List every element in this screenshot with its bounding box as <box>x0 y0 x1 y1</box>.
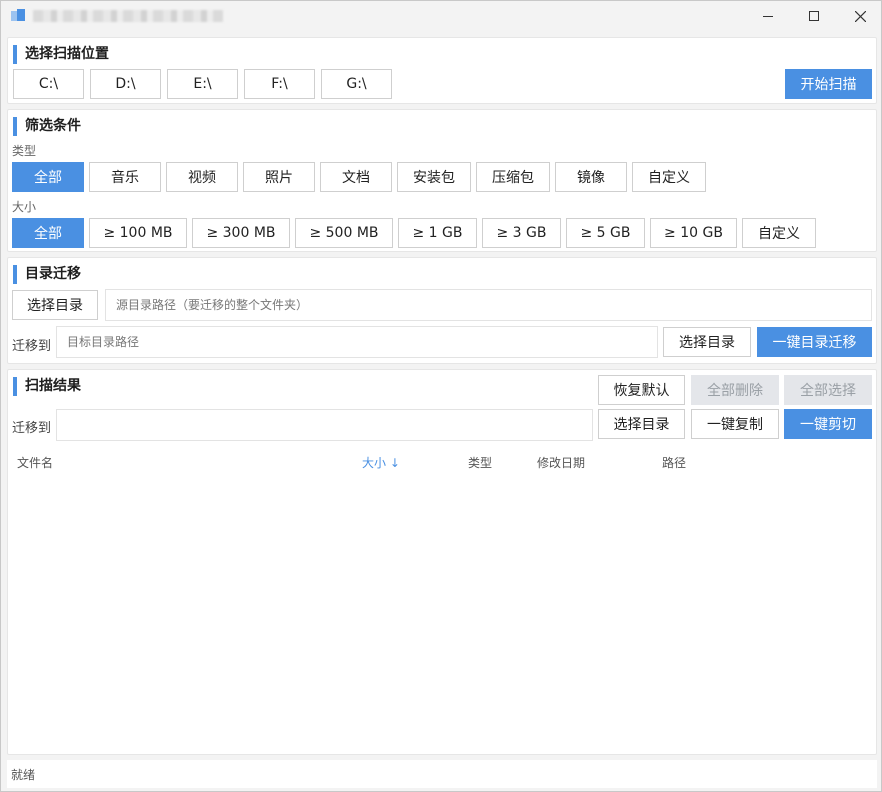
column-header-filename[interactable]: 文件名 <box>17 454 53 471</box>
minimize-button[interactable] <box>745 1 791 31</box>
select-source-dir-button[interactable]: 选择目录 <box>12 290 98 320</box>
scan-results-panel: 扫描结果 恢复默认 全部删除 全部选择 迁移到 选择目录 一键复制 一键剪切 文… <box>7 369 877 755</box>
size-filter-300mb[interactable]: ≥ 300 MB <box>192 218 290 248</box>
maximize-button[interactable] <box>791 1 837 31</box>
type-filter-custom[interactable]: 自定义 <box>632 162 706 192</box>
window-title-blurred <box>33 10 223 22</box>
type-filter-music[interactable]: 音乐 <box>89 162 161 192</box>
results-target-input[interactable] <box>56 409 593 441</box>
type-label: 类型 <box>12 144 37 158</box>
size-filter-3gb[interactable]: ≥ 3 GB <box>482 218 561 248</box>
status-bar: 就绪 <box>7 760 877 788</box>
scan-location-panel: 选择扫描位置 C:\ D:\ E:\ F:\ G:\ 开始扫描 <box>7 37 877 104</box>
target-dir-input[interactable] <box>56 326 658 358</box>
size-filter-custom[interactable]: 自定义 <box>742 218 816 248</box>
results-title: 扫描结果 <box>13 377 81 396</box>
column-header-type[interactable]: 类型 <box>468 454 492 471</box>
drive-button-f[interactable]: F:\ <box>244 69 315 99</box>
maximize-icon <box>809 11 819 21</box>
type-filter-installer[interactable]: 安装包 <box>397 162 471 192</box>
type-filter-archive[interactable]: 压缩包 <box>476 162 550 192</box>
type-filter-video[interactable]: 视频 <box>166 162 238 192</box>
drive-button-g[interactable]: G:\ <box>321 69 392 99</box>
one-click-copy-button[interactable]: 一键复制 <box>691 409 779 439</box>
minimize-icon <box>763 15 773 17</box>
results-list[interactable] <box>12 474 872 750</box>
one-click-cut-button[interactable]: 一键剪切 <box>784 409 872 439</box>
migrate-to-label: 迁移到 <box>12 339 52 354</box>
close-icon <box>854 10 866 22</box>
column-header-path[interactable]: 路径 <box>662 454 686 471</box>
size-filter-10gb[interactable]: ≥ 10 GB <box>650 218 737 248</box>
status-text: 就绪 <box>11 768 36 782</box>
source-dir-input[interactable] <box>105 289 872 321</box>
size-label: 大小 <box>12 200 37 214</box>
restore-default-button[interactable]: 恢复默认 <box>598 375 685 405</box>
type-filter-all[interactable]: 全部 <box>12 162 84 192</box>
filter-panel: 筛选条件 类型 全部 音乐 视频 照片 文档 安装包 压缩包 镜像 自定义 大小… <box>7 109 877 252</box>
start-scan-button[interactable]: 开始扫描 <box>785 69 872 99</box>
results-migrate-to-label: 迁移到 <box>12 421 52 436</box>
type-filter-image[interactable]: 镜像 <box>555 162 627 192</box>
drive-button-e[interactable]: E:\ <box>167 69 238 99</box>
app-icon <box>11 9 25 21</box>
drive-button-d[interactable]: D:\ <box>90 69 161 99</box>
size-filter-5gb[interactable]: ≥ 5 GB <box>566 218 645 248</box>
type-filter-document[interactable]: 文档 <box>320 162 392 192</box>
directory-migration-panel: 目录迁移 选择目录 迁移到 选择目录 一键目录迁移 <box>7 257 877 364</box>
results-select-dir-button[interactable]: 选择目录 <box>598 409 685 439</box>
drive-button-c[interactable]: C:\ <box>13 69 84 99</box>
select-target-dir-button[interactable]: 选择目录 <box>663 327 751 357</box>
size-filter-1gb[interactable]: ≥ 1 GB <box>398 218 477 248</box>
close-button[interactable] <box>837 1 882 31</box>
column-header-modified[interactable]: 修改日期 <box>537 454 585 471</box>
size-filter-all[interactable]: 全部 <box>12 218 84 248</box>
title-bar <box>1 1 881 33</box>
size-filter-500mb[interactable]: ≥ 500 MB <box>295 218 393 248</box>
filter-title: 筛选条件 <box>13 117 81 136</box>
select-all-button[interactable]: 全部选择 <box>784 375 872 405</box>
one-click-migrate-button[interactable]: 一键目录迁移 <box>757 327 872 357</box>
delete-all-button[interactable]: 全部删除 <box>691 375 779 405</box>
app-window: 选择扫描位置 C:\ D:\ E:\ F:\ G:\ 开始扫描 筛选条件 类型 … <box>0 0 882 792</box>
type-filter-photo[interactable]: 照片 <box>243 162 315 192</box>
size-filter-100mb[interactable]: ≥ 100 MB <box>89 218 187 248</box>
migration-title: 目录迁移 <box>13 265 81 284</box>
column-header-size[interactable]: 大小 ↓ <box>362 454 400 471</box>
scan-location-title: 选择扫描位置 <box>13 45 109 64</box>
